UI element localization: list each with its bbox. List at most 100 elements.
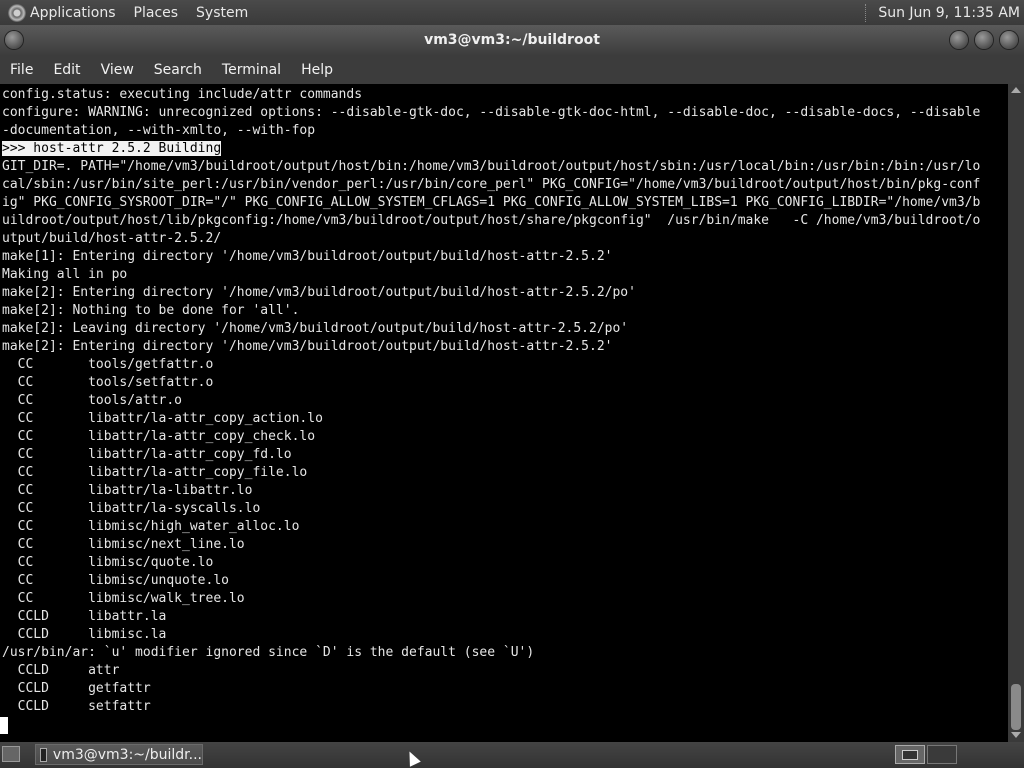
terminal-line-text: CCLD attr xyxy=(2,663,120,678)
terminal-line: CC libattr/la-attr_copy_fd.lo xyxy=(2,446,1008,464)
terminal-line-text: >>> host-attr 2.5.2 Building xyxy=(2,141,222,156)
terminal-line: CC libmisc/walk_tree.lo xyxy=(2,590,1008,608)
menu-search[interactable]: Search xyxy=(144,62,212,78)
maximize-button[interactable] xyxy=(975,31,993,49)
window-titlebar[interactable]: vm3@vm3:~/buildroot xyxy=(0,25,1024,56)
terminal-line-text: CC libattr/la-attr_copy_check.lo xyxy=(2,429,316,444)
terminal-line: CC libmisc/next_line.lo xyxy=(2,536,1008,554)
terminal-line-text: make[2]: Leaving directory '/home/vm3/bu… xyxy=(2,321,629,336)
terminal-line-text: CC libattr/la-syscalls.lo xyxy=(2,501,261,516)
terminal-line-text: CC libmisc/high_water_alloc.lo xyxy=(2,519,300,534)
terminal-line: CCLD setfattr xyxy=(2,698,1008,716)
bottom-panel: vm3@vm3:~/buildr... xyxy=(0,742,1024,768)
terminal-line-text: CC tools/attr.o xyxy=(2,393,183,408)
terminal-line-text: ig" PKG_CONFIG_SYSROOT_DIR="/" PKG_CONFI… xyxy=(2,195,981,210)
terminal-scrollbar[interactable] xyxy=(1008,84,1024,742)
minimize-button[interactable] xyxy=(950,31,968,49)
terminal-line-text: CC libmisc/unquote.lo xyxy=(2,573,229,588)
terminal-line-text: CC libmisc/walk_tree.lo xyxy=(2,591,245,606)
menu-applications[interactable]: Applications xyxy=(30,5,116,21)
workspace-window-icon xyxy=(902,750,918,760)
taskbar-terminal-entry[interactable]: vm3@vm3:~/buildr... xyxy=(35,744,203,765)
terminal-line-text: GIT_DIR=. PATH="/home/vm3/buildroot/outp… xyxy=(2,159,981,174)
terminal-line: ig" PKG_CONFIG_SYSROOT_DIR="/" PKG_CONFI… xyxy=(2,194,1008,212)
scroll-up-arrow-icon[interactable] xyxy=(1011,87,1021,93)
terminal-line: GIT_DIR=. PATH="/home/vm3/buildroot/outp… xyxy=(2,158,1008,176)
terminal-line: configure: WARNING: unrecognized options… xyxy=(2,104,1008,122)
terminal-line: CC tools/setfattr.o xyxy=(2,374,1008,392)
terminal-line: CC libattr/la-attr_copy_action.lo xyxy=(2,410,1008,428)
terminal-line-text: CC libattr/la-attr_copy_action.lo xyxy=(2,411,323,426)
workspace-1[interactable] xyxy=(895,745,925,764)
terminal-line: CC tools/getfattr.o xyxy=(2,356,1008,374)
terminal-line-text: -documentation, --with-xmlto, --with-fop xyxy=(2,123,316,138)
terminal-line: CCLD attr xyxy=(2,662,1008,680)
scrollbar-thumb[interactable] xyxy=(1011,684,1021,730)
terminal-line-text: CCLD libmisc.la xyxy=(2,627,167,642)
terminal-line-text: CC tools/setfattr.o xyxy=(2,375,214,390)
terminal-line: /usr/bin/ar: `u' modifier ignored since … xyxy=(2,644,1008,662)
terminal-line: config.status: executing include/attr co… xyxy=(2,86,1008,104)
terminal-line-text: make[2]: Nothing to be done for 'all'. xyxy=(2,303,300,318)
terminal-line: CC libattr/la-syscalls.lo xyxy=(2,500,1008,518)
terminal-line-text: CC libattr/la-attr_copy_fd.lo xyxy=(2,447,292,462)
terminal-line-text: config.status: executing include/attr co… xyxy=(2,87,363,102)
terminal-line: CC tools/attr.o xyxy=(2,392,1008,410)
terminal-output[interactable]: config.status: executing include/attr co… xyxy=(0,84,1008,742)
terminal-line: make[2]: Nothing to be done for 'all'. xyxy=(2,302,1008,320)
terminal-line: cal/sbin:/usr/bin/site_perl:/usr/bin/ven… xyxy=(2,176,1008,194)
terminal-line-text: CC libattr/la-libattr.lo xyxy=(2,483,253,498)
applications-logo-icon[interactable] xyxy=(8,3,26,22)
terminal-line-text: make[1]: Entering directory '/home/vm3/b… xyxy=(2,249,613,264)
terminal-cursor xyxy=(0,717,8,734)
menubar: File Edit View Search Terminal Help xyxy=(0,56,1024,84)
top-panel: Applications Places System Sun Jun 9, 11… xyxy=(0,0,1024,25)
show-desktop-icon[interactable] xyxy=(2,746,20,762)
terminal-line-text: CC libmisc/quote.lo xyxy=(2,555,214,570)
terminal-line-text: make[2]: Entering directory '/home/vm3/b… xyxy=(2,339,613,354)
terminal-line-text: make[2]: Entering directory '/home/vm3/b… xyxy=(2,285,636,300)
terminal-line-text: utput/build/host-attr-2.5.2/ xyxy=(2,231,222,246)
terminal-line: uildroot/output/host/lib/pkgconfig:/home… xyxy=(2,212,1008,230)
panel-separator xyxy=(865,3,872,22)
terminal-line-text: uildroot/output/host/lib/pkgconfig:/home… xyxy=(2,213,981,228)
terminal-line: make[2]: Leaving directory '/home/vm3/bu… xyxy=(2,320,1008,338)
terminal-line: CC libmisc/unquote.lo xyxy=(2,572,1008,590)
terminal-line: make[2]: Entering directory '/home/vm3/b… xyxy=(2,284,1008,302)
menu-help[interactable]: Help xyxy=(291,62,343,78)
terminal-line-text: CC libattr/la-attr_copy_file.lo xyxy=(2,465,308,480)
terminal-line: CC libattr/la-libattr.lo xyxy=(2,482,1008,500)
window-title: vm3@vm3:~/buildroot xyxy=(424,32,600,48)
menu-system[interactable]: System xyxy=(196,5,248,21)
terminal-line: >>> host-attr 2.5.2 Building xyxy=(2,140,1008,158)
close-button[interactable] xyxy=(1000,31,1018,49)
terminal-line-text: CCLD setfattr xyxy=(2,699,151,714)
terminal-line: utput/build/host-attr-2.5.2/ xyxy=(2,230,1008,248)
menu-file[interactable]: File xyxy=(0,62,43,78)
terminal-line: CC libmisc/high_water_alloc.lo xyxy=(2,518,1008,536)
taskbar-entry-label: vm3@vm3:~/buildr... xyxy=(52,746,202,763)
terminal-line: CCLD getfattr xyxy=(2,680,1008,698)
terminal-line: Making all in po xyxy=(2,266,1008,284)
terminal-icon xyxy=(40,747,47,762)
terminal-line: CCLD libmisc.la xyxy=(2,626,1008,644)
terminal-line: CC libattr/la-attr_copy_file.lo xyxy=(2,464,1008,482)
terminal-line: CCLD libattr.la xyxy=(2,608,1008,626)
menu-terminal[interactable]: Terminal xyxy=(212,62,291,78)
terminal-line-text: cal/sbin:/usr/bin/site_perl:/usr/bin/ven… xyxy=(2,177,981,192)
clock[interactable]: Sun Jun 9, 11:35 AM xyxy=(878,5,1020,21)
menu-edit[interactable]: Edit xyxy=(43,62,90,78)
terminal-line: CC libattr/la-attr_copy_check.lo xyxy=(2,428,1008,446)
workspace-2[interactable] xyxy=(927,745,957,764)
terminal-line-text: CC tools/getfattr.o xyxy=(2,357,214,372)
terminal-line-text: configure: WARNING: unrecognized options… xyxy=(2,105,981,120)
terminal-line: CC libmisc/quote.lo xyxy=(2,554,1008,572)
terminal-line-text: /usr/bin/ar: `u' modifier ignored since … xyxy=(2,645,535,660)
terminal-line: make[1]: Entering directory '/home/vm3/b… xyxy=(2,248,1008,266)
scroll-down-arrow-icon[interactable] xyxy=(1011,732,1021,738)
terminal-line-text: Making all in po xyxy=(2,267,128,282)
terminal-lines: config.status: executing include/attr co… xyxy=(0,84,1008,716)
menu-places[interactable]: Places xyxy=(134,5,179,21)
terminal-line: make[2]: Entering directory '/home/vm3/b… xyxy=(2,338,1008,356)
menu-view[interactable]: View xyxy=(91,62,144,78)
